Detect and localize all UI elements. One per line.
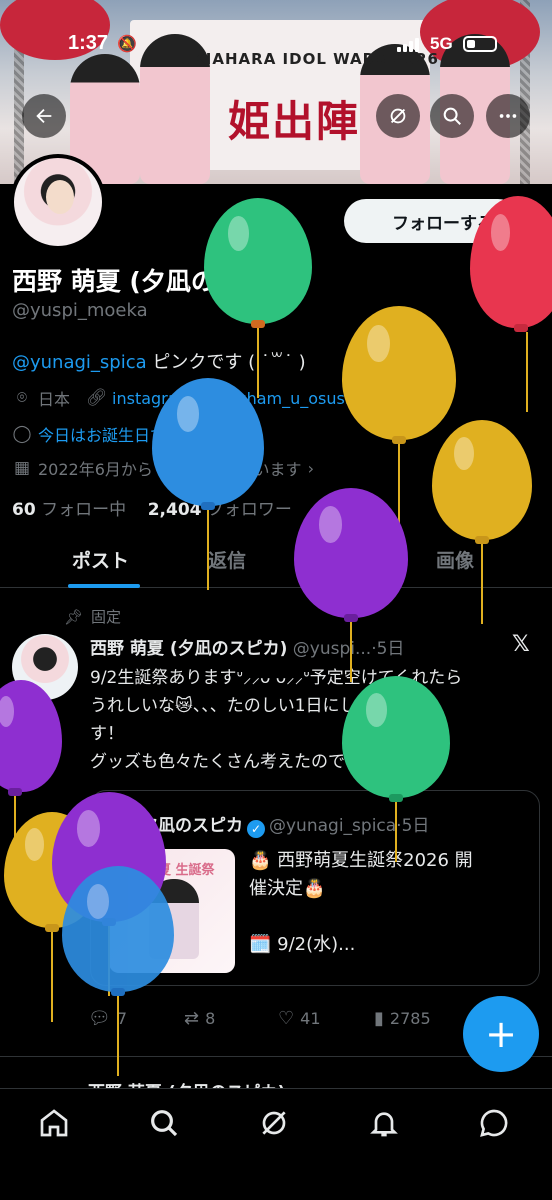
like-count: 41 [300,1009,321,1028]
bio-text: ピンクです ( ˙꒳˙ ) [146,352,306,373]
quote-author-meta: @yunagi_spica·5日 [269,816,430,836]
following-label: フォロー中 [41,500,127,520]
battery-icon [463,36,497,52]
calendar-icon: ▦ [13,458,31,478]
tab-posts[interactable]: ポスト [72,546,129,573]
x-logo-icon: 𝕏 [512,632,530,657]
view-count: 2785 [389,1009,431,1028]
bottom-nav [0,1088,552,1200]
like-button[interactable]: ♡ 41 [278,1008,321,1029]
repost-count: 8 [205,1009,216,1028]
bell-icon [370,1112,398,1137]
nav-search[interactable] [144,1103,184,1143]
search-icon [443,107,461,125]
home-icon [40,1109,68,1137]
tweet-actions: 💬︎ 7 ⇄ 8 ♡ 41 ▮ 2785 [88,1008,448,1034]
pinned-label: 📌︎ 固定 [64,606,121,627]
follow-counts: 60 フォロー中 2,404 フォロワー [12,495,292,520]
more-icon [499,114,517,118]
status-time: 1:37 [68,32,109,54]
profile-bio: @yunagi_spica ピンクです ( ˙꒳˙ ) [12,348,306,374]
nav-messages[interactable] [474,1103,514,1143]
tweet-header: 西野 萌夏 (夕凪のスピカ) @yuspi...·5日 [90,634,404,659]
reply-button[interactable]: 💬︎ 7 [88,1008,127,1029]
tab-replies[interactable]: 返信 [208,546,246,573]
reply-icon: 💬︎ [88,1008,111,1029]
quote-text: 🎂 西野萌夏生誕祭2026 開 催決定🎂 🗓️ 9/2(水)... [249,850,473,955]
following-count: 60 [12,500,36,520]
balloon-icon: ◯ [12,424,32,444]
profile-banner[interactable]: UKIAHARA IDOL WARS 2026 姫出陣 [0,0,552,184]
chevron-right-icon: › [307,458,314,478]
profile-avatar[interactable] [10,154,106,250]
status-bar: 1:37 🔕 5G [0,32,552,56]
banner-headline: 姫出陣 [228,97,361,146]
following-link[interactable]: 60 フォロー中 [12,500,126,520]
grok-button[interactable] [376,94,420,138]
profile-location: 日本 [38,390,71,409]
tweet-body: 9/2生誕祭ありますᐡ⸝⸝ᴗ ᴗ⸝⸝ᐡ予定空けてくれたら うれしいな😿、、、たの… [90,668,463,772]
grok-icon [390,108,406,124]
location-pin-icon: ⌾ [16,388,28,408]
tweet-author-name[interactable]: 西野 萌夏 (夕凪のスピカ) [90,639,287,659]
heart-icon: ♡ [278,1008,295,1029]
grok-icon [262,1111,286,1135]
silent-bell-icon: 🔕 [117,36,137,53]
nav-grok[interactable] [254,1103,294,1143]
repost-icon: ⇄ [184,1008,200,1029]
verified-badge-icon: ✓ [247,820,265,838]
plus-icon: + [485,1012,517,1056]
back-button[interactable] [22,94,66,138]
network-type: 5G [430,34,453,53]
profile-tabs: ポスト 返信 動画 画像 [0,536,552,588]
views-chart-icon: ▮ [374,1008,384,1029]
search-icon [151,1110,178,1137]
chat-bubble-icon [480,1109,508,1137]
signal-icon [397,36,419,52]
active-tab-indicator [68,584,140,588]
tweet-author-meta: @yuspi...·5日 [287,639,405,659]
nav-notifications[interactable] [364,1103,404,1143]
search-button[interactable] [430,94,474,138]
bio-mention-link[interactable]: @yunagi_spica [12,352,147,373]
tab-images[interactable]: 画像 [436,546,474,573]
repost-button[interactable]: ⇄ 8 [184,1008,215,1029]
pinned-text: 固定 [91,608,122,626]
pin-icon: 📌︎ [64,607,84,626]
profile-handle: @yuspi_moeka [12,300,148,321]
quote-header: 夕凪のスピカ ✓ @yunagi_spica·5日 [141,811,429,838]
back-arrow-icon [36,108,52,124]
link-icon: 🔗︎ [86,388,108,408]
views-button[interactable]: ▮ 2785 [374,1008,431,1029]
more-button[interactable] [486,94,530,138]
compose-button[interactable]: + [463,996,539,1072]
nav-home[interactable] [34,1103,74,1143]
